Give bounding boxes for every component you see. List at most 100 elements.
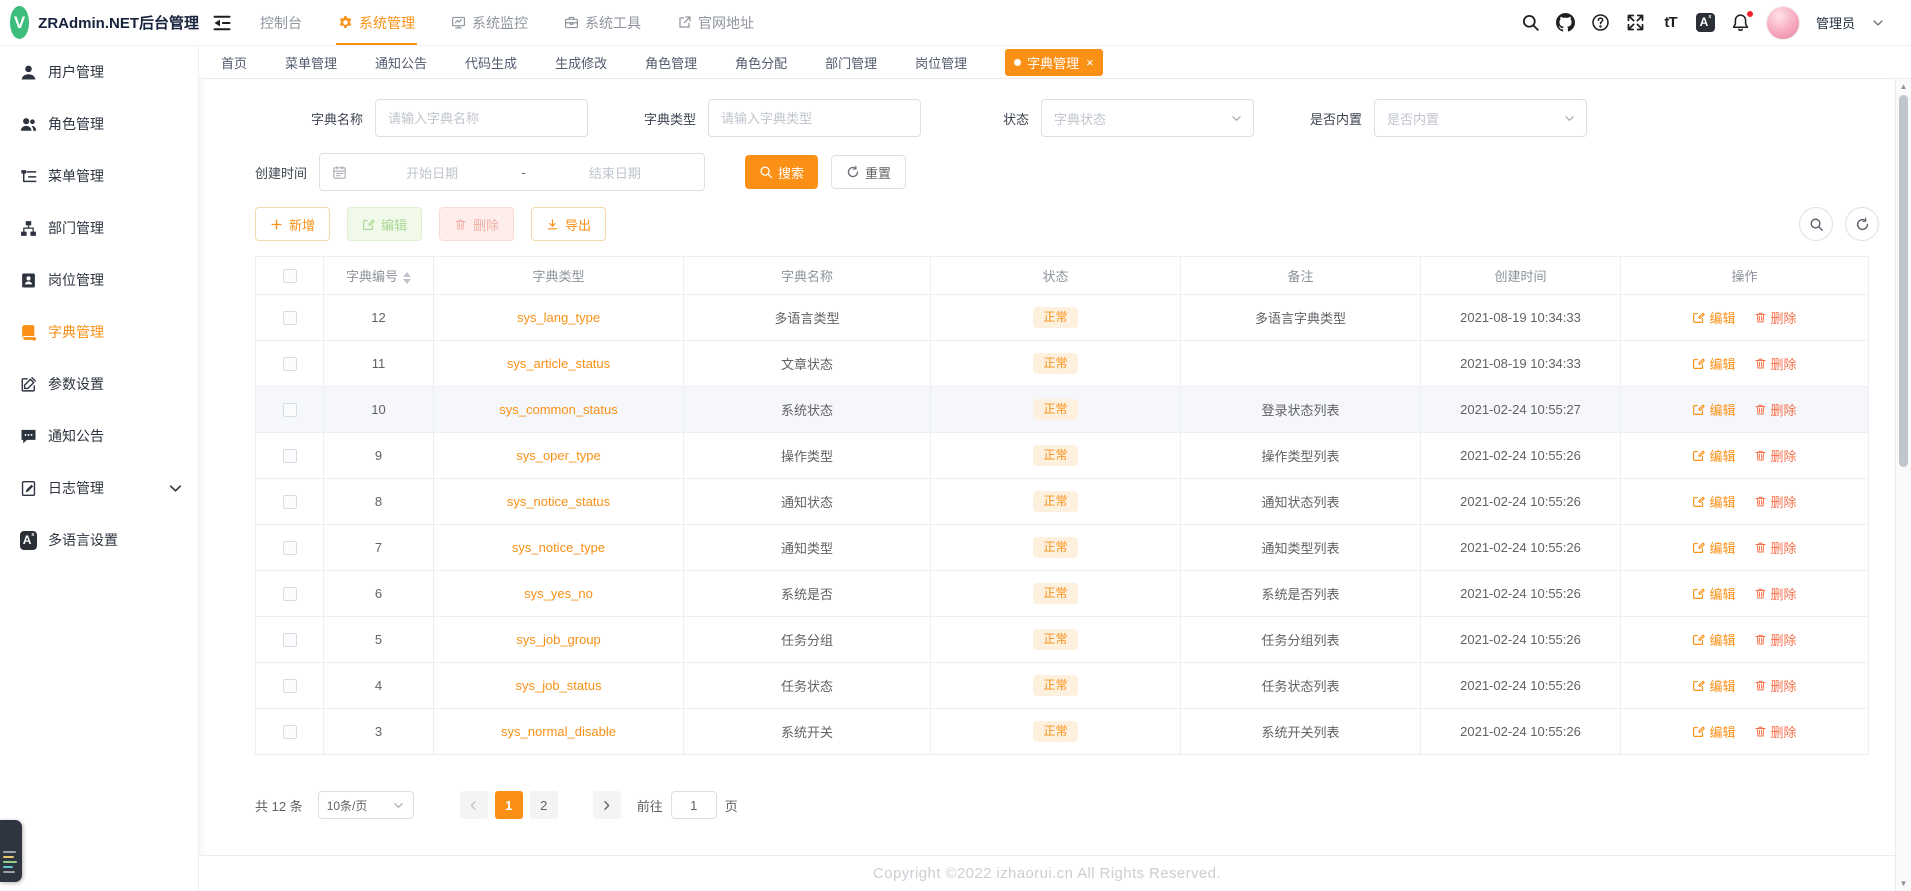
row-delete-button[interactable]: 删除 (1754, 308, 1797, 327)
nav-item-系统工具[interactable]: 系统工具 (564, 0, 641, 45)
row-delete-button[interactable]: 删除 (1754, 492, 1797, 511)
row-checkbox[interactable] (282, 587, 297, 602)
row-delete-button[interactable]: 删除 (1754, 722, 1797, 741)
refresh-list-button[interactable] (1845, 207, 1879, 241)
row-checkbox[interactable] (282, 403, 297, 418)
sort-carets-icon[interactable] (403, 271, 411, 284)
export-button[interactable]: 导出 (531, 207, 607, 241)
dict-type-link[interactable]: sys_yes_no (524, 586, 593, 601)
nav-item-系统监控[interactable]: 系统监控 (451, 0, 528, 45)
nav-item-官网地址[interactable]: 官网地址 (677, 0, 754, 45)
nav-item-控制台[interactable]: 控制台 (260, 0, 302, 45)
sidebar-item-角色管理[interactable]: 角色管理 (0, 98, 198, 150)
brand[interactable]: V ZRAdmin.NET后台管理 (0, 0, 199, 45)
dict-type-link[interactable]: sys_normal_disable (501, 724, 616, 739)
tab-通知公告[interactable]: 通知公告 (375, 53, 427, 72)
page-button-1[interactable]: 1 (494, 791, 523, 819)
sort-desc-icon[interactable] (403, 278, 411, 284)
sidebar-item-日志管理[interactable]: 日志管理 (0, 462, 198, 514)
tab-部门管理[interactable]: 部门管理 (825, 53, 877, 72)
row-edit-button[interactable]: 编辑 (1692, 676, 1736, 695)
row-edit-button[interactable]: 编辑 (1692, 446, 1736, 465)
row-delete-button[interactable]: 删除 (1754, 446, 1797, 465)
row-delete-button[interactable]: 删除 (1754, 354, 1797, 373)
tab-生成修改[interactable]: 生成修改 (555, 53, 607, 72)
row-edit-button[interactable]: 编辑 (1692, 630, 1736, 649)
dict-type-link[interactable]: sys_article_status (507, 356, 610, 371)
sidebar-item-通知公告[interactable]: 通知公告 (0, 410, 198, 462)
row-edit-button[interactable]: 编辑 (1692, 584, 1736, 603)
row-checkbox[interactable] (282, 725, 297, 740)
help-button[interactable] (1591, 13, 1610, 32)
row-delete-button[interactable]: 删除 (1754, 584, 1797, 603)
page-size-select[interactable]: 10条/页 (317, 791, 414, 819)
chevron-down-icon[interactable] (1871, 16, 1885, 30)
tab-角色分配[interactable]: 角色分配 (735, 53, 787, 72)
row-checkbox[interactable] (282, 633, 297, 648)
scroll-up-arrow-icon[interactable]: ▲ (1896, 82, 1911, 91)
page-button-2[interactable]: 2 (529, 791, 558, 819)
dict-type-link[interactable]: sys_oper_type (516, 448, 601, 463)
nav-item-系统管理[interactable]: 系统管理 (336, 0, 417, 45)
row-checkbox[interactable] (282, 495, 297, 510)
collapse-sidebar-icon[interactable] (212, 13, 232, 33)
row-edit-button[interactable]: 编辑 (1692, 308, 1736, 327)
search-button[interactable]: 搜索 (745, 155, 819, 189)
tab-岗位管理[interactable]: 岗位管理 (915, 53, 967, 72)
sidebar-item-参数设置[interactable]: 参数设置 (0, 358, 198, 410)
user-avatar[interactable] (1765, 5, 1800, 40)
sidebar-item-多语言设置[interactable]: Aˣ 多语言设置 (0, 514, 198, 566)
sidebar-item-岗位管理[interactable]: 岗位管理 (0, 254, 198, 306)
search-button[interactable] (1521, 13, 1540, 32)
tab-代码生成[interactable]: 代码生成 (465, 53, 517, 72)
dict-type-link[interactable]: sys_notice_status (507, 494, 610, 509)
select-all-checkbox[interactable] (282, 269, 297, 284)
translate-button[interactable]: Aˣ (1695, 13, 1715, 32)
scrollbar-thumb[interactable] (1899, 95, 1908, 467)
row-edit-button[interactable]: 编辑 (1692, 538, 1736, 557)
add-button[interactable]: 新增 (255, 207, 331, 241)
sidebar-item-部门管理[interactable]: 部门管理 (0, 202, 198, 254)
fullscreen-button[interactable] (1626, 13, 1645, 32)
row-checkbox[interactable] (282, 311, 297, 326)
row-edit-button[interactable]: 编辑 (1692, 400, 1736, 419)
scroll-down-arrow-icon[interactable]: ▼ (1896, 879, 1911, 888)
next-page-button[interactable] (592, 791, 621, 819)
prev-page-button[interactable] (459, 791, 488, 819)
builtin-select[interactable]: 是否内置 (1374, 99, 1587, 137)
tab-字典管理[interactable]: 字典管理 × (1005, 48, 1103, 76)
dict-type-link[interactable]: sys_job_group (516, 632, 601, 647)
tab-首页[interactable]: 首页 (221, 53, 247, 72)
bell-button[interactable] (1731, 10, 1754, 32)
sidebar-item-字典管理[interactable]: 字典管理 (0, 306, 198, 358)
created-date-range-picker[interactable]: 开始日期 - 结束日期 (319, 153, 706, 191)
edit-button[interactable]: 编辑 (347, 207, 423, 241)
dict-type-input[interactable] (708, 99, 921, 137)
delete-button[interactable]: 删除 (439, 207, 515, 241)
font-size-button[interactable]: tT (1661, 13, 1680, 32)
row-delete-button[interactable]: 删除 (1754, 630, 1797, 649)
dict-name-input[interactable] (375, 99, 588, 137)
reset-button[interactable]: 重置 (831, 155, 907, 189)
row-edit-button[interactable]: 编辑 (1692, 722, 1736, 741)
tab-close-icon[interactable]: × (1086, 56, 1094, 69)
row-checkbox[interactable] (282, 679, 297, 694)
dict-type-link[interactable]: sys_lang_type (517, 310, 600, 325)
goto-page-input[interactable] (670, 791, 717, 819)
row-delete-button[interactable]: 删除 (1754, 400, 1797, 419)
vertical-scrollbar[interactable]: ▲ ▼ (1895, 79, 1911, 891)
row-edit-button[interactable]: 编辑 (1692, 354, 1736, 373)
row-checkbox[interactable] (282, 357, 297, 372)
toggle-search-button[interactable] (1799, 207, 1833, 241)
select-all-column-header[interactable] (255, 256, 324, 295)
row-delete-button[interactable]: 删除 (1754, 676, 1797, 695)
tab-菜单管理[interactable]: 菜单管理 (285, 53, 337, 72)
row-checkbox[interactable] (282, 541, 297, 556)
sort-asc-icon[interactable] (403, 271, 411, 277)
sidebar-item-用户管理[interactable]: 用户管理 (0, 46, 198, 98)
column-header-字典编号[interactable]: 字典编号 (323, 256, 434, 295)
dict-type-link[interactable]: sys_job_status (516, 678, 602, 693)
row-edit-button[interactable]: 编辑 (1692, 492, 1736, 511)
tab-角色管理[interactable]: 角色管理 (645, 53, 697, 72)
dict-type-link[interactable]: sys_common_status (499, 402, 618, 417)
